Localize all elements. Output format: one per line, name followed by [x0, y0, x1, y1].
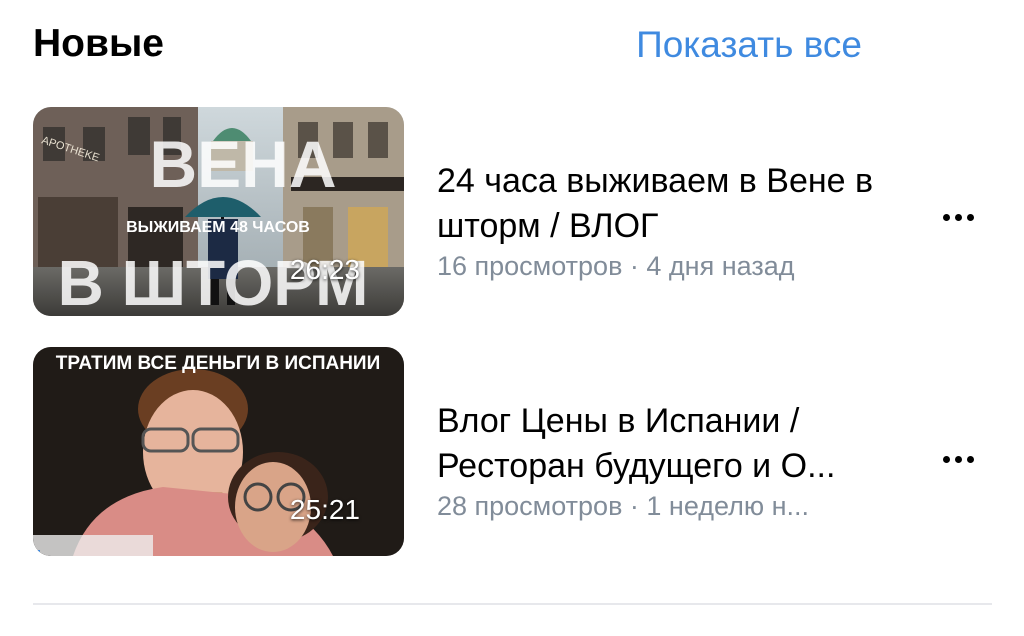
more-horizontal-icon [966, 213, 974, 221]
video-list-item[interactable]: ВЕНА ВЫЖИВАЕМ 48 ЧАСОВ В ШТОРМ APOTHEKE … [0, 107, 1024, 317]
show-all-link[interactable]: Показать все [636, 24, 862, 66]
video-thumbnail[interactable]: ВЕНА ВЫЖИВАЕМ 48 ЧАСОВ В ШТОРМ APOTHEKE … [33, 107, 404, 316]
more-horizontal-icon [954, 213, 962, 221]
video-info: Влог Цены в Испании / Ресторан будущего … [437, 399, 917, 522]
videos-section: Новые Показать все ВЕНА ВЫЖИВАЕМ 48 ЧАСО… [0, 0, 1024, 636]
section-divider [33, 603, 992, 605]
video-title[interactable]: Влог Цены в Испании / Ресторан будущего … [437, 399, 917, 489]
more-options-button[interactable] [934, 439, 982, 479]
video-duration: 25:21 [289, 494, 360, 525]
thumbnail-title-top: ВЕНА [149, 127, 336, 201]
thumbnail-subtitle: ВЫЖИВАЕМ 48 ЧАСОВ [126, 219, 310, 236]
video-info: 24 часа выживаем в Вене в шторм / ВЛОГ 1… [437, 159, 917, 282]
more-horizontal-icon [942, 213, 950, 221]
video-thumbnail[interactable]: ТРАТИМ ВСЕ ДЕНЬГИ В ИСПАНИИ 25:21 [33, 347, 404, 556]
thumbnail-title-top: ТРАТИМ ВСЕ ДЕНЬГИ В ИСПАНИИ [56, 353, 381, 374]
video-meta: 16 просмотров · 4 дня назад [437, 251, 795, 281]
watch-progress-bar [33, 550, 41, 556]
more-horizontal-icon [966, 455, 974, 463]
more-horizontal-icon [942, 455, 950, 463]
section-title: Новые [33, 22, 164, 65]
video-list-item[interactable]: ТРАТИМ ВСЕ ДЕНЬГИ В ИСПАНИИ 25:21 Влог Ц… [0, 347, 1024, 557]
video-duration: 26:23 [289, 254, 360, 285]
video-title[interactable]: 24 часа выживаем в Вене в шторм / ВЛОГ [437, 159, 917, 249]
more-options-button[interactable] [934, 197, 982, 237]
video-meta: 28 просмотров · 1 неделю н... [437, 491, 810, 521]
section-header: Новые Показать все [0, 0, 1024, 95]
more-horizontal-icon [954, 455, 962, 463]
